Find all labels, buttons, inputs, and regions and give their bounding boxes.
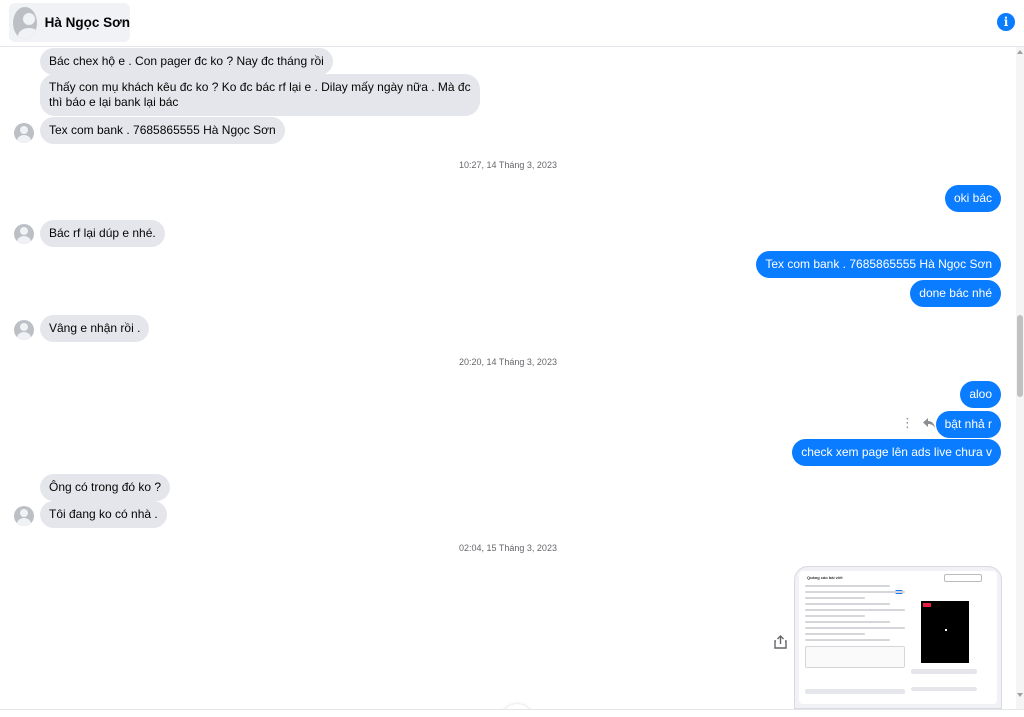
message-bubble-incoming[interactable]: Tex com bank . 7685865555 Hà Ngọc Sơn xyxy=(40,117,285,144)
timestamp: 10:27, 14 Tháng 3, 2023 xyxy=(459,160,557,170)
reply-icon[interactable] xyxy=(922,417,936,429)
avatar-icon xyxy=(14,320,34,340)
message-bubble-outgoing[interactable]: check xem page lên ads live chưa v xyxy=(792,439,1001,466)
message-bubble-incoming[interactable]: Bác rf lại dúp e nhé. xyxy=(40,220,165,247)
composer-area xyxy=(0,709,1024,717)
avatar-icon xyxy=(14,224,34,244)
vertical-scrollbar[interactable] xyxy=(1016,47,1024,709)
contact-name: Hà Ngọc Sơn xyxy=(44,15,130,30)
scroll-down-arrow-icon[interactable] xyxy=(1017,693,1023,697)
message-bubble-outgoing[interactable]: aloo xyxy=(960,381,1001,408)
message-bubble-outgoing[interactable]: bật nhả r xyxy=(935,411,1001,438)
image-attachment[interactable]: Quảng cáo bài viết xyxy=(794,566,1002,709)
contact-avatar xyxy=(13,6,37,39)
message-bubble-incoming[interactable]: Bác chex hộ e . Con pager đc ko ? Nay đc… xyxy=(40,48,333,75)
share-icon[interactable] xyxy=(774,635,787,649)
timestamp: 20:20, 14 Tháng 3, 2023 xyxy=(459,357,557,367)
message-bubble-incoming[interactable]: Vâng e nhận rồi . xyxy=(40,315,150,342)
avatar-icon xyxy=(14,123,34,143)
avatar-icon xyxy=(14,506,34,526)
scroll-thumb[interactable] xyxy=(1017,315,1023,397)
message-list: Bác chex hộ e . Con pager đc ko ? Nay đc… xyxy=(0,47,1016,709)
more-icon[interactable]: ⋮ xyxy=(901,416,914,429)
message-actions: ⋮ xyxy=(901,416,936,429)
attachment-screenshot: Quảng cáo bài viết xyxy=(799,571,997,704)
message-bubble-incoming[interactable]: Ông có trong đó ko ? xyxy=(40,474,171,501)
timestamp: 02:04, 15 Tháng 3, 2023 xyxy=(459,543,557,553)
message-bubble-incoming[interactable]: Thấy con mụ khách kêu đc ko ? Ko đc bác … xyxy=(40,74,480,116)
message-bubble-outgoing[interactable]: Tex com bank . 7685865555 Hà Ngọc Sơn xyxy=(756,251,1001,278)
message-bubble-outgoing[interactable]: oki bác xyxy=(944,185,1001,212)
info-icon[interactable]: i xyxy=(997,13,1015,31)
contact-header-button[interactable]: Hà Ngọc Sơn xyxy=(9,3,130,42)
message-bubble-outgoing[interactable]: done bác nhé xyxy=(910,280,1001,307)
attachment-inner-title: Quảng cáo bài viết xyxy=(807,575,843,580)
conversation-header: Hà Ngọc Sơn i xyxy=(0,0,1024,47)
scroll-up-arrow-icon[interactable] xyxy=(1017,50,1023,54)
message-bubble-incoming[interactable]: Tôi đang ko có nhà . xyxy=(40,501,167,528)
